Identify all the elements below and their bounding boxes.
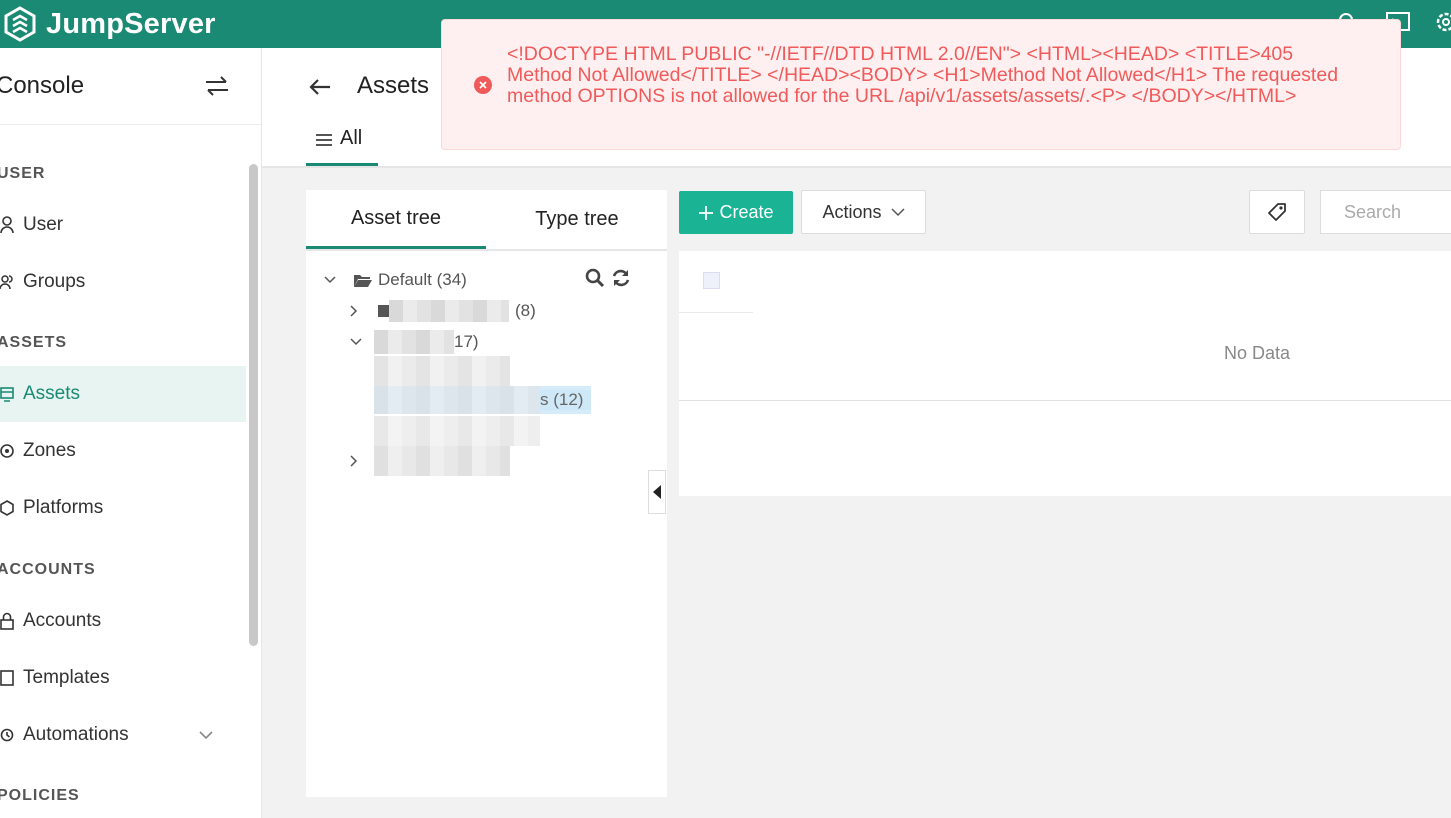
search-input[interactable] <box>1320 190 1451 234</box>
sidebar-scrollbar-thumb[interactable] <box>249 164 258 646</box>
logo[interactable]: JumpServer <box>0 0 216 48</box>
sidebar-item-label: Groups <box>23 271 86 292</box>
sidebar-item-assets[interactable]: Assets <box>0 366 246 422</box>
menu-group-assets: ASSETS <box>0 334 68 351</box>
sidebar-item-label: Accounts <box>23 610 102 631</box>
templates-icon <box>0 670 14 686</box>
console-title: Console <box>0 72 85 99</box>
user-icon <box>0 216 14 234</box>
jumpserver-logo-icon <box>4 6 36 42</box>
sidebar: Console USER User Groups ASSETS Assets Z… <box>0 48 262 818</box>
sidebar-item-user[interactable]: User <box>0 197 246 253</box>
menu-group-user: USER <box>0 165 46 182</box>
caret-left-icon <box>653 485 661 499</box>
assets-icon <box>0 387 14 402</box>
tree-node-2[interactable]: 17) <box>350 330 479 354</box>
tree-tabs: Asset tree Type tree <box>306 190 667 251</box>
tab-asset-tree[interactable]: Asset tree <box>306 190 486 249</box>
table-header <box>679 251 753 313</box>
brand-name: JumpServer <box>46 7 216 40</box>
error-toast: <!DOCTYPE HTML PUBLIC "-//IETF//DTD HTML… <box>441 19 1401 150</box>
tab-type-tree[interactable]: Type tree <box>487 190 667 249</box>
settings-gear-icon[interactable] <box>1432 8 1451 36</box>
tree-node-count: 17) <box>454 332 479 351</box>
table-divider <box>679 400 1451 401</box>
sidebar-header: Console <box>0 48 261 125</box>
tree-node-count: (8) <box>515 301 536 320</box>
redacted-tree-node <box>374 356 510 386</box>
platforms-icon <box>0 500 14 516</box>
chevron-down-icon <box>350 338 362 346</box>
redacted-node-label <box>389 300 509 322</box>
actions-dropdown[interactable]: Actions <box>801 190 926 234</box>
plus-icon <box>699 205 714 220</box>
groups-icon <box>0 275 13 290</box>
tag-icon <box>1268 203 1286 221</box>
collapse-tree-button[interactable] <box>648 470 666 514</box>
tab-all[interactable]: All <box>306 122 378 166</box>
tree-node-count: s (12) <box>540 390 592 410</box>
chevron-down-icon <box>890 208 905 217</box>
chevron-down-icon <box>324 276 336 284</box>
error-message: <!DOCTYPE HTML PUBLIC "-//IETF//DTD HTML… <box>507 43 1339 107</box>
redacted-tree-node <box>374 416 540 446</box>
empty-state-text: No Data <box>1223 343 1291 363</box>
folder-icon <box>378 305 389 317</box>
page-title: Assets <box>357 72 430 99</box>
sidebar-item-label: Zones <box>23 440 76 461</box>
sidebar-item-accounts[interactable]: Accounts <box>0 593 246 649</box>
sidebar-item-platforms[interactable]: Platforms <box>0 480 246 536</box>
list-icon <box>316 134 332 146</box>
sidebar-item-templates[interactable]: Templates <box>0 650 246 706</box>
tab-label: All <box>340 127 363 149</box>
select-all-checkbox[interactable] <box>703 272 720 289</box>
error-circle-icon <box>474 76 492 94</box>
tree-node-label: Default (34) <box>378 270 467 289</box>
menu-group-policies: POLICIES <box>0 787 80 804</box>
redacted-node-label <box>374 446 510 476</box>
sidebar-item-automations[interactable]: Automations <box>0 707 246 763</box>
sidebar-item-label: User <box>23 214 64 235</box>
automations-icon <box>0 728 14 742</box>
tree-node-3-selected[interactable]: s (12) <box>374 386 592 414</box>
menu-group-accounts: ACCOUNTS <box>0 561 96 578</box>
chevron-right-icon <box>350 455 358 467</box>
assets-table: No Data <box>679 251 1451 496</box>
tree-tools <box>585 268 631 288</box>
actions-label: Actions <box>822 201 882 222</box>
chevron-right-icon <box>350 305 358 317</box>
refresh-icon[interactable] <box>611 268 631 288</box>
sidebar-item-groups[interactable]: Groups <box>0 254 246 310</box>
lock-icon <box>0 612 14 630</box>
tree-node-4[interactable] <box>348 446 510 476</box>
chevron-down-icon <box>199 731 213 740</box>
tree-node-default[interactable]: Default (34) <box>324 270 467 290</box>
tag-filter-button[interactable] <box>1249 190 1305 234</box>
sidebar-item-zones[interactable]: Zones <box>0 423 246 479</box>
back-arrow-icon[interactable] <box>308 76 332 98</box>
create-button[interactable]: Create <box>679 191 793 234</box>
switch-view-icon[interactable] <box>204 74 230 98</box>
sidebar-item-label: Automations <box>23 724 129 745</box>
redacted-node-label <box>374 386 540 414</box>
sidebar-item-label: Templates <box>23 667 110 688</box>
redacted-node-label <box>374 330 454 354</box>
folder-open-icon <box>354 275 372 287</box>
search-icon[interactable] <box>585 268 605 288</box>
tree-node-1[interactable]: (8) <box>348 300 536 322</box>
sidebar-item-label: Platforms <box>23 497 104 518</box>
create-button-label: Create <box>719 202 774 222</box>
zones-icon <box>0 444 14 458</box>
sidebar-item-label: Assets <box>23 383 81 404</box>
